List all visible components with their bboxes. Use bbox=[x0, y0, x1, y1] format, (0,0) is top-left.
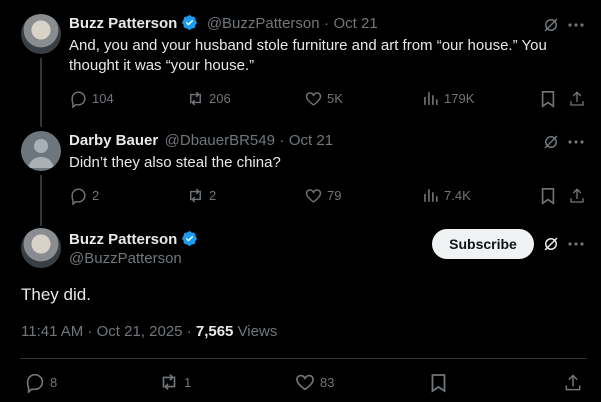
separator: · bbox=[87, 323, 93, 340]
share-button[interactable] bbox=[566, 88, 588, 110]
like-count: 5K bbox=[327, 91, 343, 106]
grok-icon[interactable] bbox=[541, 234, 561, 254]
retweet-count: 1 bbox=[184, 374, 192, 390]
divider bbox=[20, 358, 587, 359]
tweet-date[interactable]: Oct 21 bbox=[334, 15, 378, 32]
bookmark-icon bbox=[541, 187, 555, 205]
like-count: 83 bbox=[320, 374, 335, 390]
share-button[interactable] bbox=[561, 371, 585, 395]
retweet-button[interactable]: 2 bbox=[186, 186, 216, 205]
heart-icon bbox=[296, 374, 314, 391]
author-handle[interactable]: @BuzzPatterson bbox=[207, 15, 320, 32]
analytics-icon bbox=[424, 189, 438, 202]
verified-badge-icon bbox=[182, 231, 198, 246]
retweet-button[interactable]: 206 bbox=[186, 89, 231, 108]
tweet-time[interactable]: 11:41 AM bbox=[21, 323, 83, 340]
retweet-count: 206 bbox=[209, 91, 231, 106]
reply-button[interactable]: 104 bbox=[69, 89, 114, 108]
analytics-icon bbox=[424, 92, 438, 105]
author-name[interactable]: Darby Bauer bbox=[69, 132, 158, 149]
avatar[interactable] bbox=[21, 14, 61, 54]
views-button[interactable]: 7.4K bbox=[421, 186, 471, 205]
main-tweet-text: They did. bbox=[21, 285, 91, 304]
thread-line bbox=[40, 58, 42, 127]
views-count: 7,565 bbox=[195, 323, 234, 340]
avatar[interactable] bbox=[21, 131, 61, 171]
reply-button[interactable]: 8 bbox=[24, 371, 57, 393]
heart-icon bbox=[305, 92, 322, 106]
author-handle[interactable]: @DbauerBR549 bbox=[165, 132, 275, 149]
retweet-icon bbox=[190, 91, 201, 106]
retweet-count: 2 bbox=[209, 188, 217, 203]
tweet-date[interactable]: Oct 21 bbox=[289, 132, 333, 149]
avatar[interactable] bbox=[21, 228, 61, 268]
tweet-meta: 11:41 AM · Oct 21, 2025 · 7,565 Views bbox=[21, 323, 277, 340]
tweet-text: Didn’t they also steal the china? bbox=[69, 154, 281, 171]
separator: · bbox=[324, 15, 330, 32]
grok-icon[interactable] bbox=[541, 15, 561, 35]
tweet-header: Darby Bauer @DbauerBR549 · Oct 21 bbox=[69, 132, 333, 150]
reply-icon bbox=[26, 373, 44, 393]
share-icon bbox=[570, 91, 584, 106]
reply-count: 8 bbox=[50, 374, 58, 390]
retweet-icon bbox=[190, 188, 201, 203]
author-handle[interactable]: @BuzzPatterson bbox=[69, 250, 182, 267]
more-icon[interactable] bbox=[566, 132, 586, 152]
bookmark-button[interactable] bbox=[537, 88, 559, 110]
like-button[interactable]: 5K bbox=[304, 89, 343, 108]
like-count: 79 bbox=[327, 188, 342, 203]
retweet-button[interactable]: 1 bbox=[158, 371, 191, 393]
bookmark-icon bbox=[541, 90, 555, 108]
bookmark-icon bbox=[431, 374, 445, 393]
heart-icon bbox=[305, 189, 322, 203]
share-icon bbox=[570, 188, 584, 203]
subscribe-button[interactable]: Subscribe bbox=[432, 229, 534, 259]
tweet-header: Buzz Patterson @BuzzPatterson · Oct 21 bbox=[69, 14, 378, 33]
reply-icon bbox=[71, 188, 86, 205]
thread-line bbox=[40, 175, 42, 226]
main-author: Buzz Patterson bbox=[69, 230, 198, 249]
grok-icon[interactable] bbox=[541, 132, 561, 152]
verified-badge-icon bbox=[182, 15, 198, 30]
tweet-date[interactable]: Oct 21, 2025 bbox=[97, 323, 183, 340]
share-button[interactable] bbox=[566, 185, 588, 207]
retweet-icon bbox=[162, 374, 176, 390]
author-name[interactable]: Buzz Patterson bbox=[69, 15, 177, 32]
views-button[interactable]: 179K bbox=[421, 89, 474, 108]
views-count: 7.4K bbox=[444, 188, 471, 203]
like-button[interactable]: 83 bbox=[294, 371, 334, 393]
bookmark-button[interactable] bbox=[426, 371, 450, 395]
views-count: 179K bbox=[444, 91, 475, 106]
share-icon bbox=[565, 374, 581, 391]
separator: · bbox=[186, 323, 192, 340]
reply-count: 2 bbox=[92, 188, 100, 203]
like-button[interactable]: 79 bbox=[304, 186, 341, 205]
views-label: Views bbox=[237, 323, 278, 340]
author-name[interactable]: Buzz Patterson bbox=[69, 231, 177, 248]
reply-icon bbox=[71, 91, 86, 108]
more-icon[interactable] bbox=[566, 15, 586, 35]
reply-button[interactable]: 2 bbox=[69, 186, 99, 205]
reply-count: 104 bbox=[92, 91, 114, 106]
more-icon[interactable] bbox=[566, 234, 586, 254]
separator: · bbox=[279, 132, 285, 149]
tweet-text: And, you and your husband stole furnitur… bbox=[69, 37, 547, 74]
bookmark-button[interactable] bbox=[537, 185, 559, 207]
